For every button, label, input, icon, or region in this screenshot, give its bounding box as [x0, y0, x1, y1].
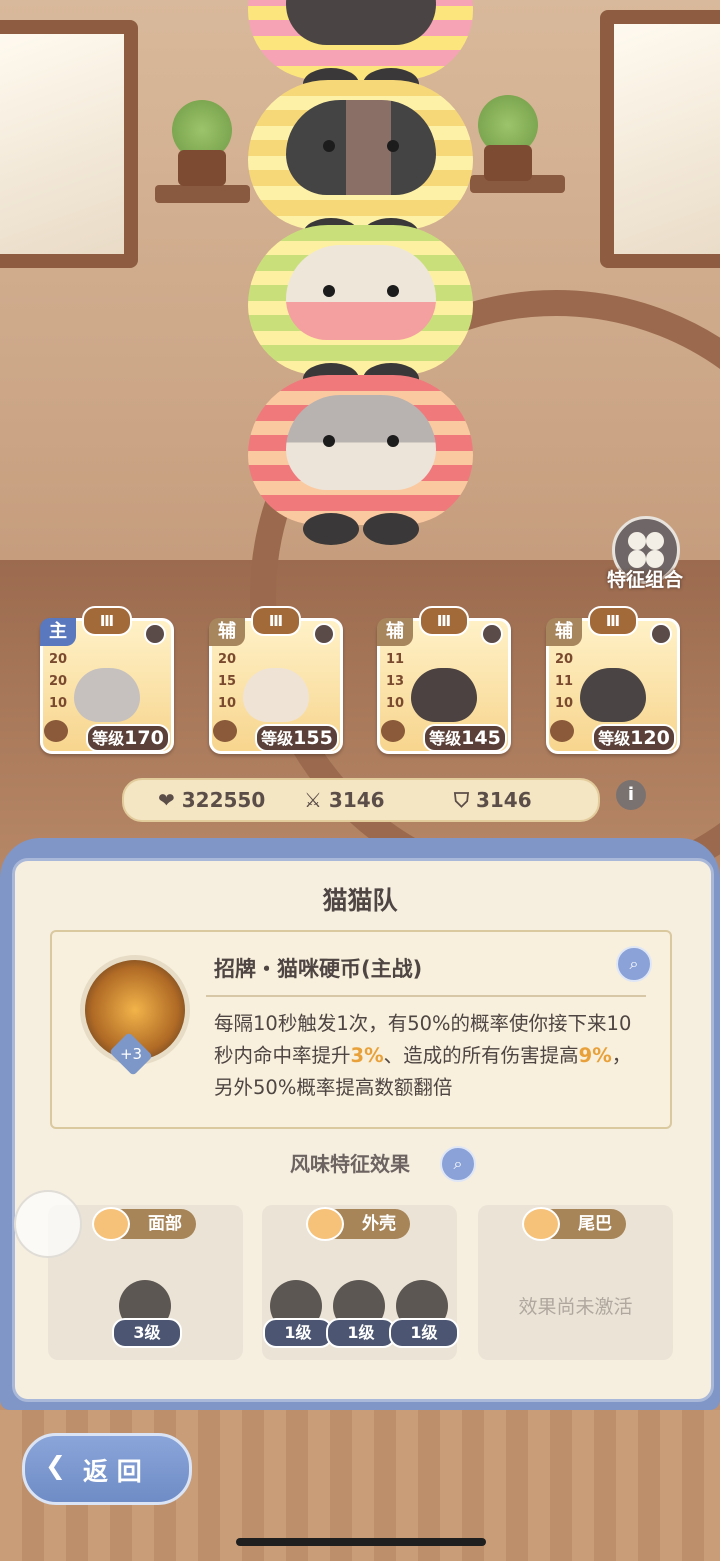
level-badge: 等级145 — [423, 724, 507, 752]
stat-2: 15 — [217, 674, 237, 689]
right-window — [600, 10, 720, 268]
tower-cat-4 — [248, 375, 473, 545]
cat-eyes — [323, 285, 403, 297]
lock-icon[interactable] — [650, 623, 672, 645]
plant-pot-right — [484, 145, 532, 181]
tail-icon — [522, 1207, 560, 1241]
stat-3: 10 — [48, 696, 68, 711]
role-badge: 辅 — [377, 618, 413, 646]
stat-1: 11 — [385, 652, 405, 667]
paw-icon — [213, 720, 237, 742]
team-card-4[interactable]: 辅 Ⅲ 20 11 10 等级120 — [546, 606, 680, 754]
trait-combo-label[interactable]: 特征组合 — [590, 565, 700, 592]
stat-1: 20 — [48, 652, 68, 667]
face-gem-level: 3级 — [112, 1318, 182, 1348]
tower-cat-3 — [248, 225, 473, 395]
shell-icon — [306, 1207, 344, 1241]
tower-cat-1 — [248, 0, 473, 100]
stat-1: 20 — [217, 652, 237, 667]
back-arrow-icon: ❮ — [45, 1451, 66, 1480]
defense-stat: ⛉ 3146 — [454, 788, 532, 812]
hp-stat: ❤ 322550 — [158, 788, 266, 812]
shell-gem-level-2: 1级 — [326, 1318, 396, 1348]
tower-cat-2 — [248, 80, 473, 250]
skill-description: 每隔10秒触发1次，有50%的概率使你接下来10秒内命中率提升3%、造成的所有伤… — [214, 1012, 632, 1099]
tail-inactive-text: 效果尚未激活 — [518, 1296, 633, 1318]
role-badge: 主 — [40, 618, 76, 646]
shelf-left — [155, 185, 250, 203]
home-indicator[interactable] — [236, 1538, 486, 1546]
paw-icon — [44, 720, 68, 742]
cat-eyes — [323, 140, 403, 152]
shell-gem-level-3: 1级 — [389, 1318, 459, 1348]
skill-divider — [206, 995, 646, 997]
stat-1: 20 — [554, 652, 574, 667]
role-badge: 辅 — [209, 618, 245, 646]
level-badge: 等级155 — [255, 724, 339, 752]
plant-pot-left — [178, 150, 226, 186]
cat-portrait — [411, 668, 477, 722]
cat-portrait — [580, 668, 646, 722]
crossed-swords-icon: ⚔ — [304, 788, 322, 812]
team-card-2[interactable]: 辅 Ⅲ 20 15 10 等级155 — [209, 606, 343, 754]
rank-badge: Ⅲ — [82, 606, 132, 636]
cat-portrait — [243, 668, 309, 722]
paw-icon — [550, 720, 574, 742]
info-icon[interactable]: i — [616, 780, 646, 810]
left-window — [0, 20, 138, 268]
shield-icon: ⛉ — [454, 788, 469, 812]
stat-2: 13 — [385, 674, 405, 689]
stat-3: 10 — [217, 696, 237, 711]
team-card-3[interactable]: 辅 Ⅲ 11 13 10 等级145 — [377, 606, 511, 754]
stat-2: 11 — [554, 674, 574, 689]
flavor-traits-title: 风味特征效果 — [290, 1152, 410, 1176]
stat-3: 10 — [385, 696, 405, 711]
cat-portrait — [74, 668, 140, 722]
cat-eyes — [323, 435, 403, 447]
level-badge: 等级170 — [86, 724, 170, 752]
lock-icon[interactable] — [481, 623, 503, 645]
cat-tower — [248, 0, 473, 545]
shell-gem-level-1: 1级 — [263, 1318, 333, 1348]
skill-name: 招牌・猫咪硬币(主战) — [214, 957, 423, 981]
back-button[interactable]: ❮ 返 回 — [22, 1433, 192, 1505]
flavor-zoom-icon[interactable]: ⌕ — [440, 1146, 476, 1182]
attack-stat: ⚔ 3146 — [304, 788, 385, 812]
panel-title: 猫猫队 — [322, 886, 398, 915]
paw-icon — [381, 720, 405, 742]
level-badge: 等级120 — [592, 724, 676, 752]
cat-face-icon — [92, 1207, 130, 1241]
rank-badge: Ⅲ — [419, 606, 469, 636]
cat-paws — [303, 513, 419, 547]
stat-3: 10 — [554, 696, 574, 711]
lock-icon[interactable] — [313, 623, 335, 645]
lock-icon[interactable] — [144, 623, 166, 645]
rank-badge: Ⅲ — [588, 606, 638, 636]
chat-icon[interactable] — [14, 1190, 82, 1258]
cat-face — [286, 0, 436, 45]
team-card-1[interactable]: 主 Ⅲ 20 20 10 等级170 — [40, 606, 174, 754]
team-stats-bar: ❤ 322550 ⚔ 3146 ⛉ 3146 — [122, 778, 600, 822]
stat-2: 20 — [48, 674, 68, 689]
skill-zoom-icon[interactable]: ⌕ — [616, 946, 652, 982]
rank-badge: Ⅲ — [251, 606, 301, 636]
role-badge: 辅 — [546, 618, 582, 646]
heart-icon: ❤ — [158, 788, 175, 812]
